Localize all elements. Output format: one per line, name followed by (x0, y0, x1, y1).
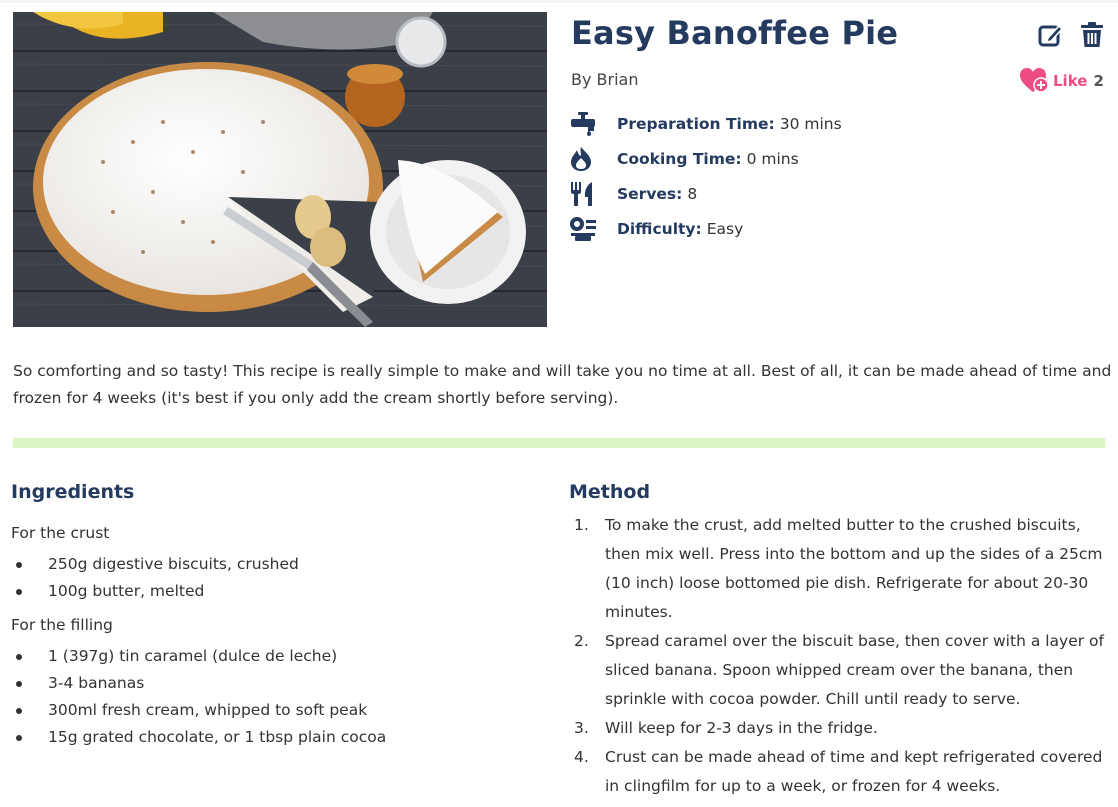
difficulty-icon (569, 215, 599, 243)
meta-label: Preparation Time: (617, 114, 775, 133)
recipe-title: Easy Banoffee Pie (571, 14, 899, 52)
method-step: 3. Will keep for 2-3 days in the fridge. (569, 714, 1109, 743)
top-strip (0, 0, 1118, 3)
method-step: 1. To make the crust, add melted butter t… (569, 511, 1109, 627)
ingredient-text: 100g butter, melted (48, 582, 205, 600)
trash-icon (1081, 22, 1103, 47)
ingredient-item: 15g grated chocolate, or 1 tbsp plain co… (11, 724, 531, 751)
ingredient-text: 250g digestive biscuits, crushed (48, 555, 299, 573)
method-list: 1. To make the crust, add melted butter t… (569, 511, 1109, 801)
meta-label: Cooking Time: (617, 149, 742, 168)
step-text: Crust can be made ahead of time and kept… (605, 748, 1103, 795)
delete-button[interactable] (1080, 22, 1106, 48)
tap-icon (569, 110, 599, 138)
step-number: 2. (574, 632, 589, 650)
recipe-author: By Brian (571, 70, 639, 89)
ingredient-list: 250g digestive biscuits, crushed 100g bu… (11, 551, 531, 605)
ingredient-text: 15g grated chocolate, or 1 tbsp plain co… (48, 728, 387, 746)
ingredient-text: 3-4 bananas (48, 674, 145, 692)
meta-value: 0 mins (746, 149, 799, 168)
edit-button[interactable] (1038, 22, 1064, 48)
utensils-icon (569, 180, 599, 208)
meta-label: Serves: (617, 184, 683, 203)
ingredient-item: 300ml fresh cream, whipped to soft peak (11, 697, 531, 724)
ingredients-heading: Ingredients (11, 481, 135, 503)
meta-value: 30 mins (779, 114, 842, 133)
step-number: 4. (574, 748, 589, 766)
serves: Serves: 8 (569, 176, 842, 211)
ingredient-list: 1 (397g) tin caramel (dulce de leche) 3-… (11, 643, 531, 751)
flame-icon (569, 145, 599, 173)
ingredient-group-title: For the filling (11, 616, 113, 634)
step-text: To make the crust, add melted butter to … (605, 516, 1103, 621)
ingredient-item: 1 (397g) tin caramel (dulce de leche) (11, 643, 531, 670)
like-count: 2 (1093, 72, 1104, 90)
meta-label: Difficulty: (617, 219, 702, 238)
like-label: Like (1053, 72, 1088, 90)
step-text: Spread caramel over the biscuit base, th… (605, 632, 1104, 708)
ingredient-item: 250g digestive biscuits, crushed (11, 551, 531, 578)
step-number: 1. (574, 516, 589, 534)
meta-value: Easy (706, 219, 744, 238)
ingredient-group-title: For the crust (11, 524, 110, 542)
ingredients-section: For the crust 250g digestive biscuits, c… (11, 519, 531, 751)
cooking-time: Cooking Time: 0 mins (569, 141, 842, 176)
heart-plus-icon (1020, 68, 1049, 93)
ingredient-item: 3-4 bananas (11, 670, 531, 697)
ingredient-text: 300ml fresh cream, whipped to soft peak (48, 701, 368, 719)
ingredient-item: 100g butter, melted (11, 578, 531, 605)
recipe-meta: Preparation Time: 30 mins Cooking Time: … (569, 106, 842, 246)
step-number: 3. (574, 719, 589, 737)
ingredient-text: 1 (397g) tin caramel (dulce de leche) (48, 647, 338, 665)
method-heading: Method (569, 481, 651, 503)
recipe-description: So comforting and so tasty! This recipe … (13, 362, 1112, 407)
method-step: 2. Spread caramel over the biscuit base, … (569, 627, 1109, 714)
like-button[interactable]: Like 2 (1020, 68, 1104, 94)
section-divider (13, 438, 1105, 448)
prep-time: Preparation Time: 30 mins (569, 106, 842, 141)
method-section: 1. To make the crust, add melted butter t… (569, 511, 1109, 801)
difficulty: Difficulty: Easy (569, 211, 842, 246)
edit-icon (1038, 24, 1064, 47)
recipe-image (13, 12, 547, 327)
step-text: Will keep for 2-3 days in the fridge. (605, 719, 878, 737)
method-step: 4. Crust can be made ahead of time and ke… (569, 743, 1109, 801)
meta-value: 8 (687, 184, 698, 203)
